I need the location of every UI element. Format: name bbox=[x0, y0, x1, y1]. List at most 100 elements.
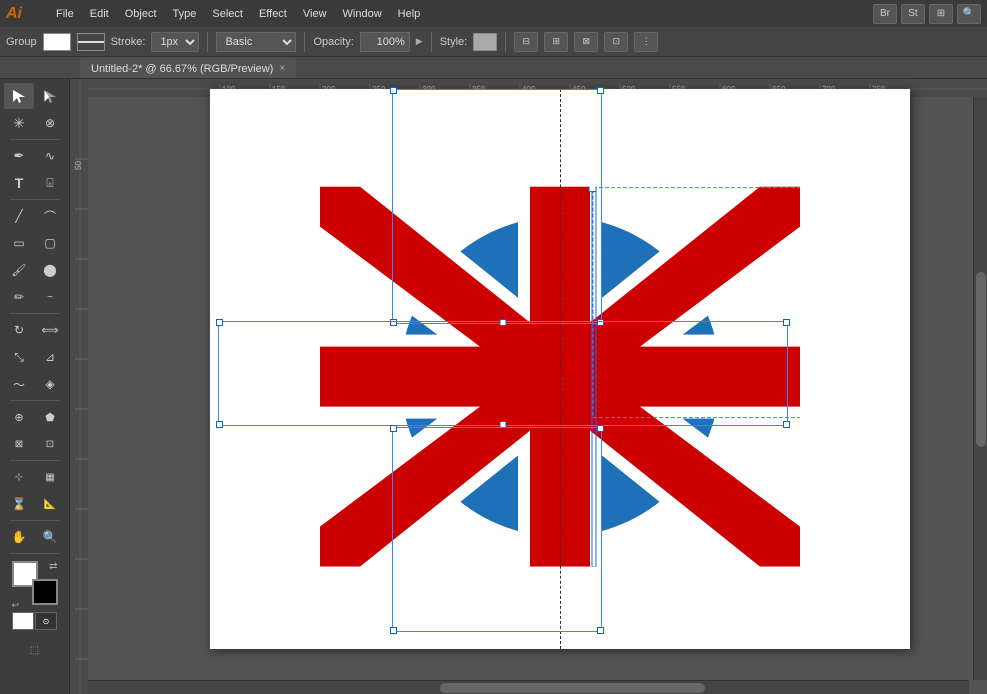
align-btn-3[interactable]: ⊠ bbox=[574, 32, 598, 52]
gradient-tool[interactable]: ▦ bbox=[35, 464, 65, 490]
menu-window[interactable]: Window bbox=[336, 6, 389, 22]
perspective-selection-tool[interactable]: ⊡ bbox=[35, 431, 65, 457]
direct-selection-tool[interactable] bbox=[35, 83, 65, 109]
main-area: ✳ ⊗ ✒ ∿ T ⌻ ╱ ⌒ ▭ ▢ 🖌 ⬤ ✏ ~ ↻ bbox=[0, 79, 987, 694]
artboard bbox=[210, 89, 910, 649]
menu-help[interactable]: Help bbox=[391, 6, 428, 22]
swap-colors-icon[interactable]: ⇄ bbox=[49, 561, 57, 572]
sep-6 bbox=[10, 520, 60, 521]
flag-artwork bbox=[320, 187, 800, 567]
reset-colors-icon[interactable]: ↩ bbox=[12, 600, 20, 611]
color-section: ↩ ⇄ bbox=[8, 561, 62, 611]
smooth-tool[interactable]: ~ bbox=[35, 284, 65, 310]
tool-row-zoom: ✋ 🔍 bbox=[4, 524, 65, 550]
live-paint-tool[interactable]: ⬟ bbox=[35, 404, 65, 430]
shear-tool[interactable]: ⊿ bbox=[35, 344, 65, 370]
workspace-icon[interactable]: ⊞ bbox=[929, 4, 953, 24]
handle-tr bbox=[597, 87, 604, 94]
scale-tool[interactable]: ⤡ bbox=[4, 344, 34, 370]
mesh-tool[interactable]: ⊹ bbox=[4, 464, 34, 490]
search-icon[interactable]: 🔍 bbox=[957, 4, 981, 24]
app-logo: Ai bbox=[6, 5, 39, 23]
style-box[interactable] bbox=[473, 33, 497, 51]
normal-mode-btn[interactable] bbox=[12, 612, 34, 630]
pencil-tool[interactable]: ✏ bbox=[4, 284, 34, 310]
stroke-weight-select[interactable]: 1px bbox=[151, 32, 199, 52]
tool-row-rect: ▭ ▢ bbox=[4, 230, 65, 256]
menu-effect[interactable]: Effect bbox=[252, 6, 294, 22]
tool-row-pen: ✒ ∿ bbox=[4, 143, 65, 169]
top-icon-group: Br St ⊞ 🔍 bbox=[873, 4, 981, 24]
artboard-toggle[interactable]: ⬚ bbox=[10, 637, 60, 663]
scrollbar-h-thumb[interactable] bbox=[440, 683, 704, 693]
blob-brush-tool[interactable]: ⬤ bbox=[35, 257, 65, 283]
align-btn-2[interactable]: ⊞ bbox=[544, 32, 568, 52]
divider-2 bbox=[304, 32, 305, 52]
rectangle-tool[interactable]: ▭ bbox=[4, 230, 34, 256]
magic-wand-tool[interactable]: ✳ bbox=[4, 110, 34, 136]
menu-object[interactable]: Object bbox=[118, 6, 164, 22]
tool-row-chart: ⊹ ▦ bbox=[4, 464, 65, 490]
zoom-tool[interactable]: 🔍 bbox=[35, 524, 65, 550]
sep-7 bbox=[10, 553, 60, 554]
tool-row-1 bbox=[4, 83, 65, 109]
menu-type[interactable]: Type bbox=[166, 6, 204, 22]
curvature-tool[interactable]: ∿ bbox=[35, 143, 65, 169]
align-btn-4[interactable]: ⊡ bbox=[604, 32, 628, 52]
free-distort-tool[interactable]: ◈ bbox=[35, 371, 65, 397]
opacity-input[interactable] bbox=[360, 32, 410, 52]
line-tool[interactable]: ╱ bbox=[4, 203, 34, 229]
stock-icon[interactable]: St bbox=[901, 4, 925, 24]
opacity-arrows[interactable]: ▶ bbox=[416, 36, 423, 47]
text-tool[interactable]: T bbox=[4, 170, 34, 196]
stroke-color-box[interactable] bbox=[77, 33, 105, 51]
align-btn-1[interactable]: ⊟ bbox=[514, 32, 538, 52]
lasso-tool[interactable]: ⊗ bbox=[35, 110, 65, 136]
selection-tool[interactable] bbox=[4, 83, 34, 109]
align-btn-5[interactable]: ⋮ bbox=[634, 32, 658, 52]
sep-2 bbox=[10, 199, 60, 200]
rotate-tool[interactable]: ↻ bbox=[4, 317, 34, 343]
sep-3 bbox=[10, 313, 60, 314]
perspective-grid-tool[interactable]: ⊠ bbox=[4, 431, 34, 457]
menu-edit[interactable]: Edit bbox=[83, 6, 116, 22]
svg-text:50: 50 bbox=[74, 161, 83, 170]
bridge-icon[interactable]: Br bbox=[873, 4, 897, 24]
rounded-rect-tool[interactable]: ▢ bbox=[35, 230, 65, 256]
hand-tool[interactable]: ✋ bbox=[4, 524, 34, 550]
sep-4 bbox=[10, 400, 60, 401]
divider-3 bbox=[431, 32, 432, 52]
canvas-area[interactable]: 100 150 200 250 300 350 400 450 500 550 … bbox=[70, 79, 987, 694]
sep-1 bbox=[10, 139, 60, 140]
handle-tl bbox=[216, 319, 223, 326]
menu-select[interactable]: Select bbox=[205, 6, 250, 22]
scrollbar-h[interactable] bbox=[88, 680, 969, 694]
measure-tool[interactable]: 📐 bbox=[35, 491, 65, 517]
draw-mode-btn[interactable]: ⊙ bbox=[35, 612, 57, 630]
tool-row-pencil: ✏ ~ bbox=[4, 284, 65, 310]
warp-tool[interactable]: 〜 bbox=[4, 371, 34, 397]
scrollbar-v-thumb[interactable] bbox=[976, 272, 986, 447]
scrollbar-v[interactable] bbox=[973, 97, 987, 680]
tab-title: Untitled-2* @ 66.67% (RGB/Preview) bbox=[91, 63, 273, 75]
reflect-tool[interactable]: ⟺ bbox=[35, 317, 65, 343]
handle-br bbox=[597, 627, 604, 634]
sep-5 bbox=[10, 460, 60, 461]
fill-color-box[interactable] bbox=[43, 33, 71, 51]
menu-file[interactable]: File bbox=[49, 6, 81, 22]
shape-builder-tool[interactable]: ⊕ bbox=[4, 404, 34, 430]
document-tab[interactable]: Untitled-2* @ 66.67% (RGB/Preview) × bbox=[80, 58, 296, 78]
pen-tool[interactable]: ✒ bbox=[4, 143, 34, 169]
tool-row-scale: ⤡ ⊿ bbox=[4, 344, 65, 370]
touch-type-tool[interactable]: ⌻ bbox=[35, 170, 65, 196]
toolbar: ✳ ⊗ ✒ ∿ T ⌻ ╱ ⌒ ▭ ▢ 🖌 ⬤ ✏ ~ ↻ bbox=[0, 79, 70, 694]
tab-close-btn[interactable]: × bbox=[279, 63, 285, 74]
line-style-select[interactable]: Basic bbox=[216, 32, 296, 52]
tab-bar: Untitled-2* @ 66.67% (RGB/Preview) × bbox=[0, 57, 987, 79]
paintbrush-tool[interactable]: 🖌 bbox=[4, 257, 34, 283]
arc-tool[interactable]: ⌒ bbox=[35, 203, 65, 229]
background-color[interactable] bbox=[32, 579, 58, 605]
menu-view[interactable]: View bbox=[296, 6, 334, 22]
tool-row-lasso: ✳ ⊗ bbox=[4, 110, 65, 136]
eyedropper-tool[interactable]: ⌛ bbox=[4, 491, 34, 517]
